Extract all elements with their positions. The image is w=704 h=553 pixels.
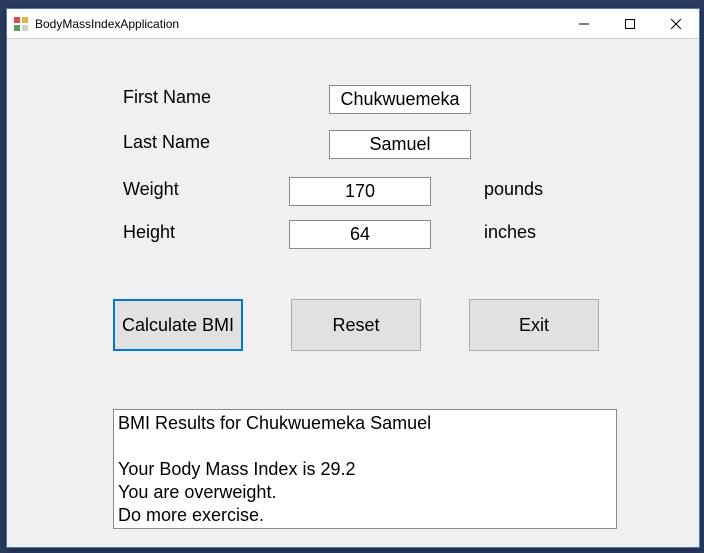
exit-button[interactable]: Exit [469,299,599,351]
weight-unit-label: pounds [484,179,543,200]
client-area: First Name Last Name Weight pounds Heigh… [7,39,699,547]
results-textarea[interactable] [113,409,617,529]
calculate-bmi-button[interactable]: Calculate BMI [113,299,243,351]
last-name-input[interactable] [329,130,471,159]
weight-label: Weight [123,179,179,200]
app-window: BodyMassIndexApplication First Name Last… [6,8,700,548]
close-icon [671,19,681,29]
weight-input[interactable] [289,177,431,206]
window-title: BodyMassIndexApplication [35,17,561,31]
minimize-icon [579,19,589,29]
app-icon [13,16,29,32]
height-unit-label: inches [484,222,536,243]
height-input[interactable] [289,220,431,249]
first-name-label: First Name [123,87,211,108]
reset-button[interactable]: Reset [291,299,421,351]
last-name-label: Last Name [123,132,210,153]
maximize-button[interactable] [607,9,653,38]
titlebar: BodyMassIndexApplication [7,9,699,39]
minimize-button[interactable] [561,9,607,38]
close-button[interactable] [653,9,699,38]
maximize-icon [625,19,635,29]
height-label: Height [123,222,175,243]
first-name-input[interactable] [329,85,471,114]
window-controls [561,9,699,38]
